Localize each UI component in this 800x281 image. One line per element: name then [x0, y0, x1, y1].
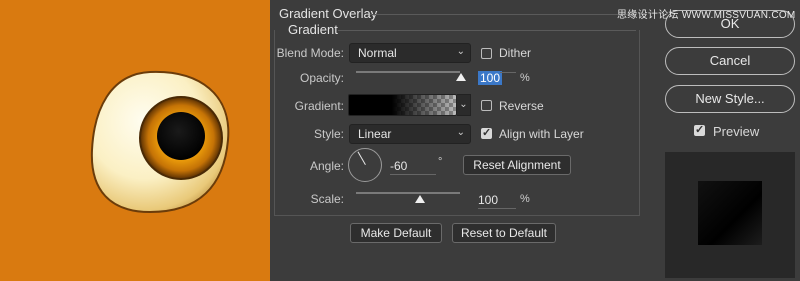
- gradient-label: Gradient:: [294, 99, 344, 113]
- scale-label: Scale:: [310, 192, 344, 206]
- preview-label: Preview: [713, 124, 760, 139]
- cancel-button[interactable]: Cancel: [665, 47, 795, 75]
- angle-unit: °: [438, 156, 443, 168]
- blend-mode-value: Normal: [358, 46, 397, 60]
- style-preview-thumbnail: [665, 152, 795, 278]
- angle-dial-icon[interactable]: [348, 148, 382, 182]
- scale-slider[interactable]: [356, 192, 460, 194]
- align-with-layer-label: Align with Layer: [499, 127, 584, 141]
- style-select[interactable]: Linear ⌄: [349, 124, 471, 144]
- blend-mode-label: Blend Mode:: [276, 46, 344, 60]
- scale-unit: %: [520, 193, 530, 205]
- gradient-swatch[interactable]: [348, 94, 457, 116]
- opacity-input-underline: [500, 71, 516, 73]
- angle-label: Angle:: [309, 159, 344, 173]
- preview-swatch: [698, 181, 762, 245]
- new-style-button[interactable]: New Style...: [665, 85, 795, 113]
- style-label: Style:: [313, 127, 344, 141]
- reset-to-default-button[interactable]: Reset to Default: [452, 223, 556, 243]
- reverse-checkbox[interactable]: [481, 100, 492, 111]
- opacity-unit: %: [520, 72, 530, 84]
- opacity-slider[interactable]: [356, 71, 460, 73]
- chevron-down-icon: ⌄: [456, 127, 465, 138]
- dialog-actions: OK Cancel New Style... Preview: [650, 0, 800, 281]
- dither-checkbox[interactable]: [481, 48, 492, 59]
- chevron-down-icon: ⌄: [456, 46, 465, 57]
- watermark: 思缘设计论坛 WWW.MISSVUAN.COM: [617, 10, 796, 21]
- opacity-input[interactable]: 100: [478, 71, 503, 85]
- make-default-button[interactable]: Make Default: [350, 223, 442, 243]
- reset-alignment-button[interactable]: Reset Alignment: [463, 155, 571, 175]
- angle-input[interactable]: -60: [390, 159, 436, 175]
- reverse-label: Reverse: [499, 99, 544, 113]
- eye-illustration: [0, 0, 270, 281]
- panel-title: Gradient Overlay: [279, 6, 378, 21]
- slider-thumb-icon[interactable]: [415, 195, 425, 203]
- preview-checkbox[interactable]: [694, 123, 705, 136]
- angle-needle: [357, 151, 366, 165]
- chevron-down-icon[interactable]: ⌄: [457, 94, 471, 116]
- dither-label: Dither: [499, 46, 532, 60]
- slider-thumb-icon[interactable]: [456, 73, 466, 81]
- align-with-layer-checkbox[interactable]: [481, 126, 492, 139]
- opacity-label: Opacity:: [299, 71, 344, 85]
- blend-mode-select[interactable]: Normal ⌄: [349, 43, 471, 63]
- style-value: Linear: [358, 127, 392, 141]
- scale-input[interactable]: 100: [478, 193, 516, 209]
- divider: [370, 14, 636, 15]
- canvas-preview: [0, 0, 270, 281]
